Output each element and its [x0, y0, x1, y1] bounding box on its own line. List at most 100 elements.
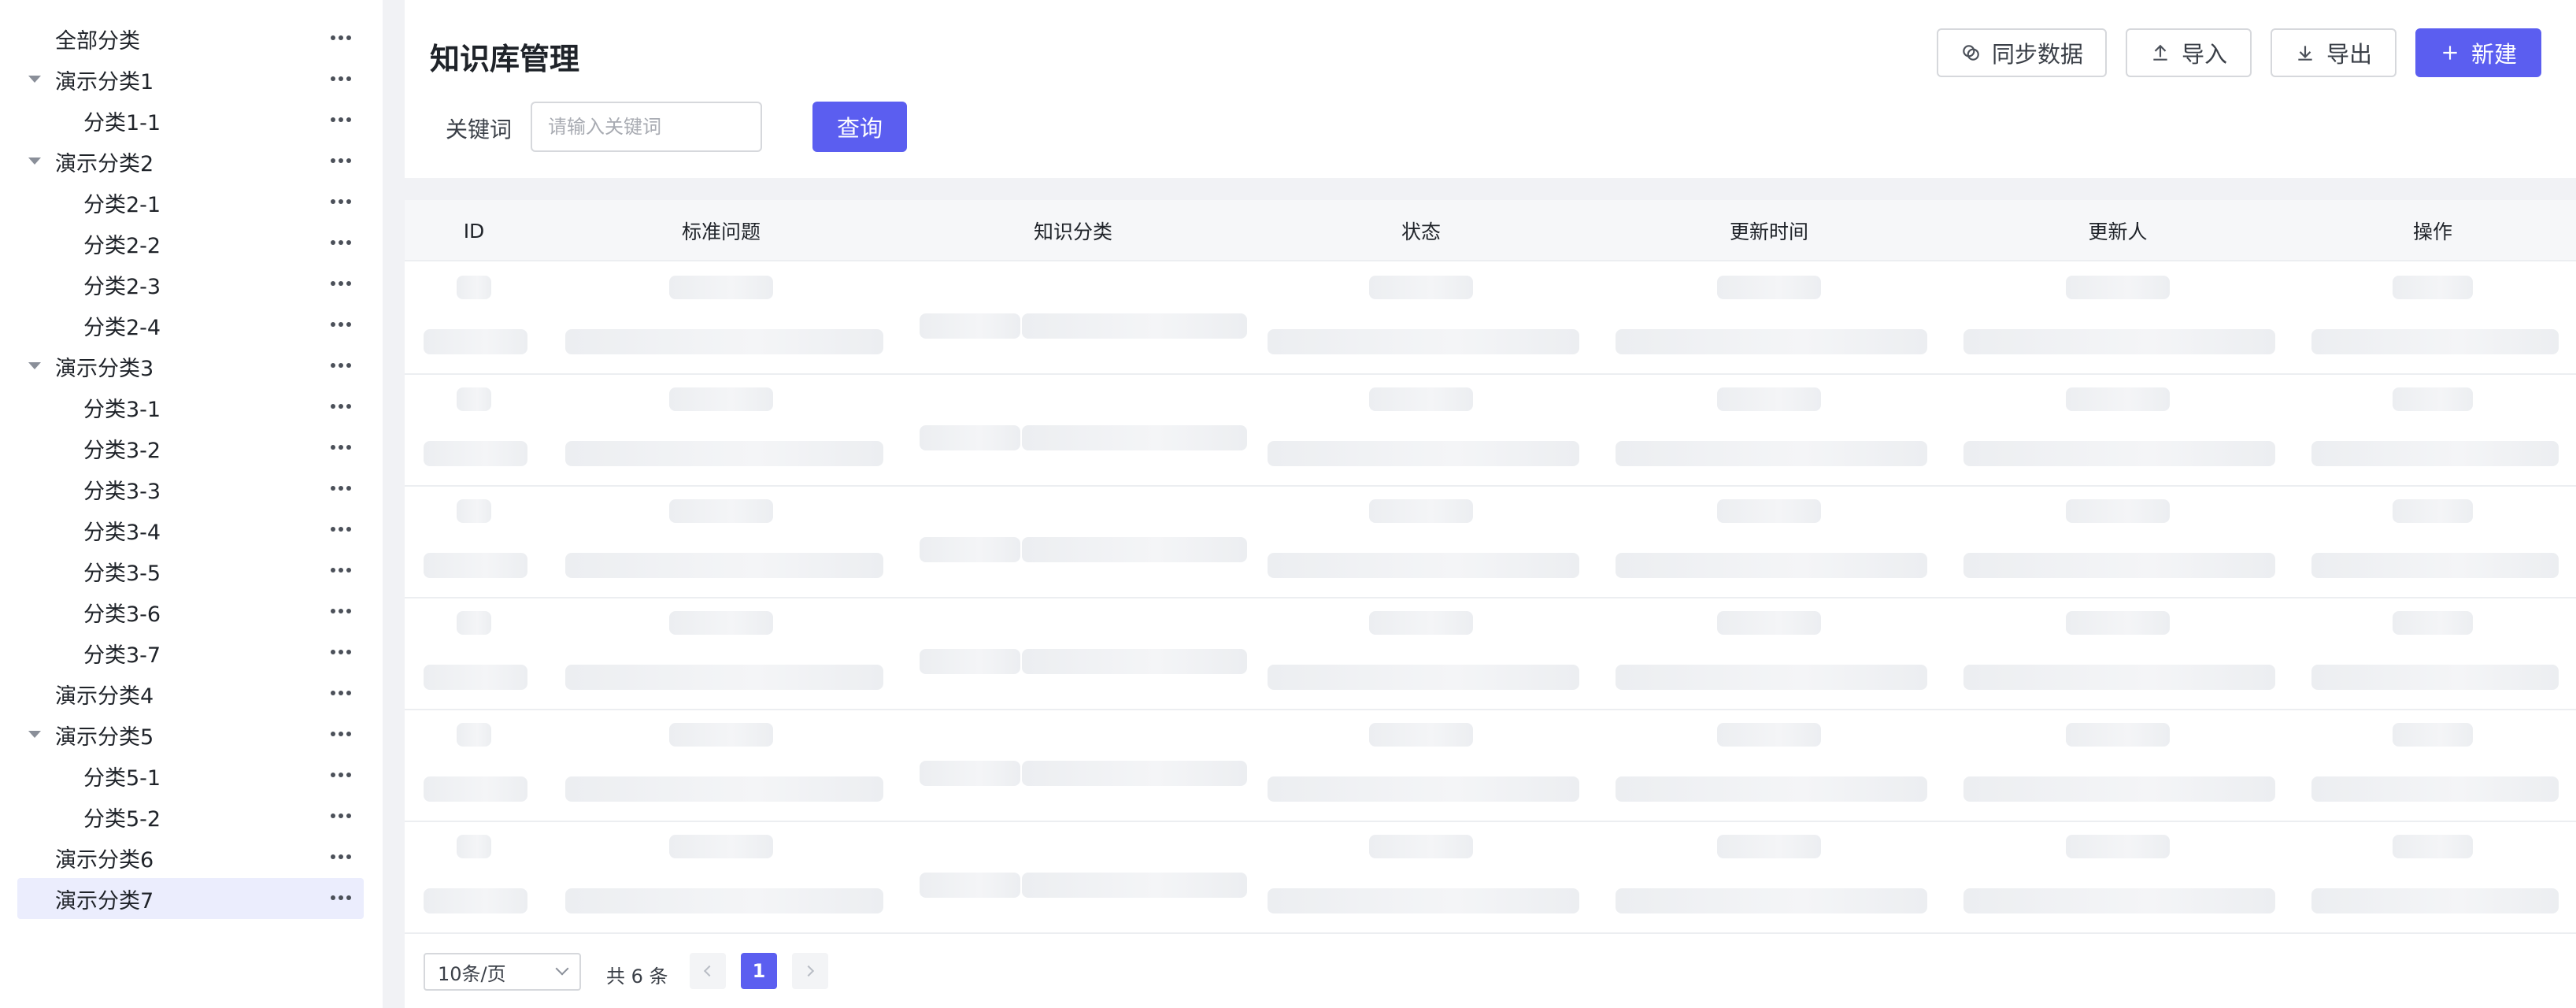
tree-list: 全部分类 演示分类1 分类1-1 演示分类2 分类2-1 分类2-2 分类2-3 分类2-4 演…	[0, 18, 383, 919]
import-button[interactable]: 导入	[2126, 28, 2252, 77]
export-button[interactable]: 导出	[2271, 28, 2396, 77]
next-page-button[interactable]	[792, 953, 828, 989]
more-icon[interactable]	[331, 240, 351, 245]
more-icon[interactable]	[331, 445, 351, 450]
tree-item[interactable]: 演示分类7	[17, 878, 364, 919]
skeleton-bar	[1616, 888, 1927, 914]
skeleton-bar	[1268, 553, 1579, 578]
more-icon[interactable]	[331, 76, 351, 81]
col-updated-by: 更新人	[2088, 220, 2148, 243]
skeleton-bar	[1369, 723, 1473, 747]
page-size-select[interactable]: 10条/页	[424, 953, 581, 991]
tree-item[interactable]: 演示分类6	[17, 837, 364, 878]
tree-item[interactable]: 演示分类2	[17, 141, 364, 182]
caret-down-icon[interactable]	[28, 76, 41, 83]
skeleton-bar	[2393, 611, 2473, 635]
skeleton-bar	[1369, 387, 1473, 411]
skeleton-bar	[920, 313, 1020, 339]
skeleton-bar	[1717, 276, 1821, 299]
keyword-label: 关键词	[446, 117, 513, 143]
skeleton-bar	[669, 387, 773, 411]
skeleton-bar	[424, 776, 527, 802]
tree-item[interactable]: 演示分类4	[17, 673, 364, 714]
tree-item-label: 分类3-6	[83, 602, 161, 627]
tree-item[interactable]: 分类2-1	[17, 182, 364, 223]
tree-item[interactable]: 分类3-3	[17, 469, 364, 510]
tree-item[interactable]: 分类5-1	[17, 755, 364, 796]
tree-item[interactable]: 分类5-2	[17, 796, 364, 837]
upload-icon	[2153, 44, 2167, 61]
more-icon[interactable]	[331, 773, 351, 777]
skeleton-bar	[920, 425, 1020, 450]
skeleton-bar	[1022, 313, 1247, 339]
skeleton-bar	[424, 553, 527, 578]
tree-item-label: 分类3-7	[83, 643, 161, 668]
pagination-total: 共 6 条	[606, 965, 668, 988]
tree-item[interactable]: 分类2-2	[17, 223, 364, 264]
more-icon[interactable]	[331, 404, 351, 409]
skeleton-bar	[457, 723, 491, 747]
more-icon[interactable]	[331, 363, 351, 368]
more-icon[interactable]	[331, 650, 351, 654]
caret-down-icon[interactable]	[28, 362, 41, 369]
tree-item[interactable]: 演示分类5	[17, 714, 364, 755]
more-icon[interactable]	[331, 568, 351, 573]
tree-item[interactable]: 分类3-2	[17, 428, 364, 469]
more-icon[interactable]	[331, 691, 351, 695]
keyword-input[interactable]	[531, 102, 762, 152]
tree-item[interactable]: 分类2-4	[17, 305, 364, 346]
more-icon[interactable]	[331, 895, 351, 900]
more-icon[interactable]	[331, 854, 351, 859]
tree-item[interactable]: 演示分类1	[17, 59, 364, 100]
create-button[interactable]: 新建	[2415, 28, 2541, 77]
tree-item[interactable]: 分类2-3	[17, 264, 364, 305]
skeleton-bar	[2066, 499, 2170, 523]
more-icon[interactable]	[331, 35, 351, 40]
skeleton-bar	[1268, 665, 1579, 690]
more-icon[interactable]	[331, 158, 351, 163]
tree-item[interactable]: 分类3-1	[17, 387, 364, 428]
skeleton-bar	[1963, 553, 2275, 578]
skeleton-bar	[2311, 441, 2559, 466]
tree-item-label: 分类5-1	[83, 765, 161, 791]
query-button[interactable]: 查询	[812, 102, 907, 152]
more-icon[interactable]	[331, 813, 351, 818]
more-icon[interactable]	[331, 117, 351, 122]
chevron-right-icon	[802, 965, 815, 977]
tree-item[interactable]: 分类3-7	[17, 632, 364, 673]
tree-item[interactable]: 分类3-5	[17, 550, 364, 591]
tree-item-label: 分类3-4	[83, 520, 161, 545]
more-icon[interactable]	[331, 322, 351, 327]
more-icon[interactable]	[331, 281, 351, 286]
skeleton-bar	[669, 723, 773, 747]
col-category: 知识分类	[1033, 220, 1112, 243]
skeleton-bar	[1616, 441, 1927, 466]
tree-item[interactable]: 分类3-6	[17, 591, 364, 632]
tree-item[interactable]: 分类1-1	[17, 100, 364, 141]
tree-item[interactable]: 分类3-4	[17, 510, 364, 550]
knowledge-table: ID 标准问题 知识分类 状态 更新时间 更新人 操作 10条/页 共 6 条 …	[405, 200, 2576, 1008]
more-icon[interactable]	[331, 486, 351, 491]
page-1-button[interactable]: 1	[741, 953, 777, 989]
skeleton-bar	[920, 761, 1020, 786]
tree-item[interactable]: 演示分类3	[17, 346, 364, 387]
more-icon[interactable]	[331, 732, 351, 736]
skeleton-bar	[457, 387, 491, 411]
more-icon[interactable]	[331, 609, 351, 613]
skeleton-bar	[1022, 537, 1247, 562]
skeleton-bar	[424, 329, 527, 354]
caret-down-icon[interactable]	[28, 158, 41, 165]
tree-item[interactable]: 全部分类	[17, 18, 364, 59]
more-icon[interactable]	[331, 199, 351, 204]
skeleton-bar	[1268, 329, 1579, 354]
skeleton-bar	[1963, 888, 2275, 914]
tree-item-label: 演示分类4	[55, 684, 154, 709]
prev-page-button[interactable]	[690, 953, 726, 989]
chevron-down-icon	[555, 962, 569, 976]
more-icon[interactable]	[331, 527, 351, 532]
tree-item-label: 分类2-4	[83, 315, 161, 340]
sync-data-label: 同步数据	[1991, 41, 2083, 68]
sync-data-button[interactable]: 同步数据	[1937, 28, 2107, 77]
skeleton-bar	[457, 611, 491, 635]
caret-down-icon[interactable]	[28, 731, 41, 738]
